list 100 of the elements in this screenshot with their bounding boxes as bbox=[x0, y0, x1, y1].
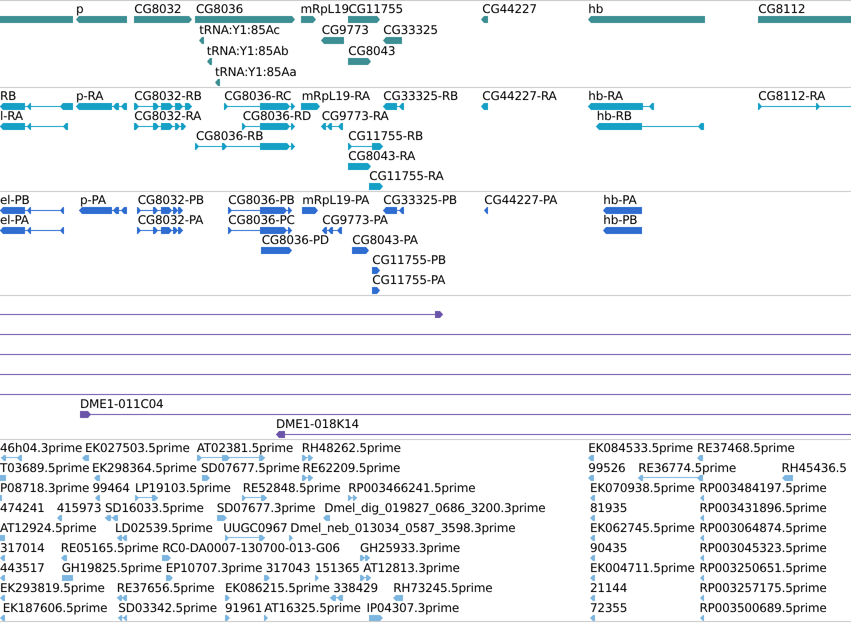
protein-glyph[interactable] bbox=[302, 206, 318, 214]
est-glyph[interactable] bbox=[202, 475, 210, 481]
transcript-glyph[interactable] bbox=[481, 102, 488, 110]
est-glyph[interactable] bbox=[348, 495, 357, 501]
est-glyph[interactable] bbox=[0, 615, 5, 621]
est-glyph[interactable] bbox=[638, 475, 703, 481]
est-glyph[interactable] bbox=[289, 535, 293, 541]
transcript-glyph[interactable] bbox=[224, 102, 295, 110]
est-glyph[interactable] bbox=[330, 595, 343, 601]
est-glyph[interactable] bbox=[700, 535, 704, 541]
est-glyph[interactable] bbox=[95, 495, 100, 501]
est-glyph[interactable] bbox=[0, 555, 5, 561]
gene-glyph[interactable] bbox=[321, 36, 344, 44]
est-glyph[interactable] bbox=[700, 575, 704, 581]
est-glyph[interactable] bbox=[0, 595, 5, 601]
protein-glyph[interactable] bbox=[79, 206, 127, 214]
est-glyph[interactable] bbox=[588, 475, 594, 481]
gene-glyph[interactable] bbox=[383, 36, 402, 44]
est-glyph[interactable] bbox=[162, 555, 171, 561]
protein-glyph[interactable] bbox=[137, 226, 183, 234]
gene-glyph[interactable] bbox=[215, 78, 220, 86]
est-glyph[interactable] bbox=[360, 575, 371, 581]
est-glyph[interactable] bbox=[782, 475, 793, 481]
protein-glyph[interactable] bbox=[322, 226, 342, 234]
gene-glyph[interactable] bbox=[481, 16, 488, 22]
est-glyph[interactable] bbox=[82, 455, 89, 461]
clone-glyph[interactable] bbox=[0, 310, 443, 318]
transcript-glyph[interactable] bbox=[242, 122, 295, 130]
protein-glyph[interactable] bbox=[352, 246, 369, 254]
transcript-glyph[interactable] bbox=[195, 142, 295, 150]
gene-glyph[interactable] bbox=[76, 16, 127, 22]
gene-glyph[interactable] bbox=[195, 16, 295, 22]
protein-glyph[interactable] bbox=[0, 226, 64, 234]
transcript-glyph[interactable] bbox=[0, 102, 73, 110]
est-glyph[interactable] bbox=[590, 595, 595, 601]
transcript-glyph[interactable] bbox=[588, 102, 654, 110]
est-glyph[interactable] bbox=[590, 575, 595, 581]
est-glyph[interactable] bbox=[94, 475, 100, 481]
gene-glyph[interactable] bbox=[0, 16, 73, 22]
gene-glyph[interactable] bbox=[301, 16, 316, 22]
transcript-glyph[interactable] bbox=[596, 122, 704, 130]
protein-glyph[interactable] bbox=[603, 206, 642, 214]
est-glyph[interactable] bbox=[264, 575, 270, 581]
est-glyph[interactable] bbox=[590, 555, 595, 561]
transcript-glyph[interactable] bbox=[134, 102, 192, 110]
est-glyph[interactable] bbox=[197, 455, 265, 461]
est-glyph[interactable] bbox=[105, 515, 118, 521]
transcript-glyph[interactable] bbox=[301, 102, 320, 110]
est-glyph[interactable] bbox=[0, 575, 5, 581]
est-glyph[interactable] bbox=[225, 595, 230, 601]
protein-glyph[interactable] bbox=[0, 206, 64, 214]
transcript-glyph[interactable] bbox=[76, 102, 127, 110]
est-glyph[interactable] bbox=[700, 615, 704, 621]
est-glyph[interactable] bbox=[217, 515, 227, 521]
est-glyph[interactable] bbox=[590, 515, 595, 521]
est-glyph[interactable] bbox=[264, 615, 268, 621]
transcript-glyph[interactable] bbox=[758, 102, 851, 110]
transcript-glyph[interactable] bbox=[321, 122, 343, 130]
est-glyph[interactable] bbox=[117, 595, 127, 601]
est-glyph[interactable] bbox=[697, 455, 703, 461]
est-glyph[interactable] bbox=[700, 555, 704, 561]
est-glyph[interactable] bbox=[588, 455, 594, 461]
gene-glyph[interactable] bbox=[348, 58, 371, 64]
est-glyph[interactable] bbox=[315, 575, 319, 581]
est-glyph[interactable] bbox=[700, 595, 704, 601]
est-glyph[interactable] bbox=[700, 495, 704, 501]
clone-glyph[interactable] bbox=[276, 430, 851, 438]
est-glyph[interactable] bbox=[302, 455, 313, 461]
protein-glyph[interactable] bbox=[228, 226, 292, 234]
est-glyph[interactable] bbox=[590, 495, 595, 501]
transcript-glyph[interactable] bbox=[348, 142, 383, 150]
est-glyph[interactable] bbox=[590, 535, 595, 541]
est-glyph[interactable] bbox=[166, 575, 173, 581]
protein-glyph[interactable] bbox=[137, 206, 183, 214]
protein-glyph[interactable] bbox=[383, 206, 404, 214]
gene-glyph[interactable] bbox=[207, 58, 212, 64]
est-glyph[interactable] bbox=[57, 515, 62, 521]
gene-glyph[interactable] bbox=[758, 16, 851, 22]
est-glyph[interactable] bbox=[323, 515, 330, 521]
transcript-glyph[interactable] bbox=[369, 182, 383, 190]
transcript-glyph[interactable] bbox=[383, 102, 404, 110]
protein-glyph[interactable] bbox=[228, 206, 292, 214]
est-glyph[interactable] bbox=[117, 535, 127, 541]
transcript-glyph[interactable] bbox=[348, 162, 371, 170]
protein-glyph[interactable] bbox=[372, 286, 380, 294]
est-glyph[interactable] bbox=[242, 495, 267, 501]
est-glyph[interactable] bbox=[393, 595, 403, 601]
transcript-glyph[interactable] bbox=[0, 122, 68, 130]
est-glyph[interactable] bbox=[225, 615, 230, 621]
est-glyph[interactable] bbox=[700, 515, 704, 521]
est-glyph[interactable] bbox=[225, 535, 265, 541]
protein-glyph[interactable] bbox=[372, 266, 380, 274]
protein-glyph[interactable] bbox=[484, 206, 488, 214]
clone-glyph[interactable] bbox=[80, 410, 851, 418]
transcript-glyph[interactable] bbox=[134, 122, 186, 130]
protein-glyph[interactable] bbox=[261, 246, 292, 254]
est-glyph[interactable] bbox=[590, 615, 595, 621]
est-glyph[interactable] bbox=[61, 555, 67, 561]
gene-glyph[interactable] bbox=[199, 36, 204, 44]
protein-glyph[interactable] bbox=[603, 226, 642, 234]
